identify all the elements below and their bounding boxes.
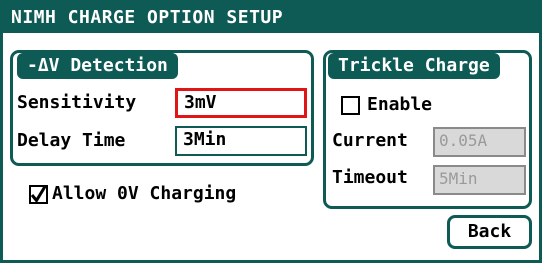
trickle-enable-checkbox[interactable] xyxy=(341,96,360,115)
trickle-enable-label[interactable]: Enable xyxy=(367,93,432,117)
sensitivity-label: Sensitivity xyxy=(17,92,137,113)
checkmark-icon xyxy=(30,185,47,204)
trickle-group-title: Trickle Charge xyxy=(328,53,500,79)
sensitivity-field[interactable]: 3mV xyxy=(175,88,307,118)
charge-option-window: NIMH CHARGE OPTION SETUP -ΔV Detection S… xyxy=(0,0,542,263)
window-title: NIMH CHARGE OPTION SETUP xyxy=(3,3,539,33)
delay-time-field[interactable]: 3Min xyxy=(175,126,307,156)
trickle-current-label: Current xyxy=(332,130,408,151)
delay-time-label: Delay Time xyxy=(17,130,126,151)
trickle-timeout-label: Timeout xyxy=(332,167,408,188)
trickle-current-field: 0.05A xyxy=(433,127,526,157)
trickle-timeout-field: 5Min xyxy=(433,165,526,195)
allow-ov-label[interactable]: Allow 0V Charging xyxy=(52,182,236,206)
back-button[interactable]: Back xyxy=(447,215,532,249)
allow-ov-checkbox[interactable] xyxy=(29,185,48,204)
delta-v-group-title: -ΔV Detection xyxy=(17,53,178,79)
